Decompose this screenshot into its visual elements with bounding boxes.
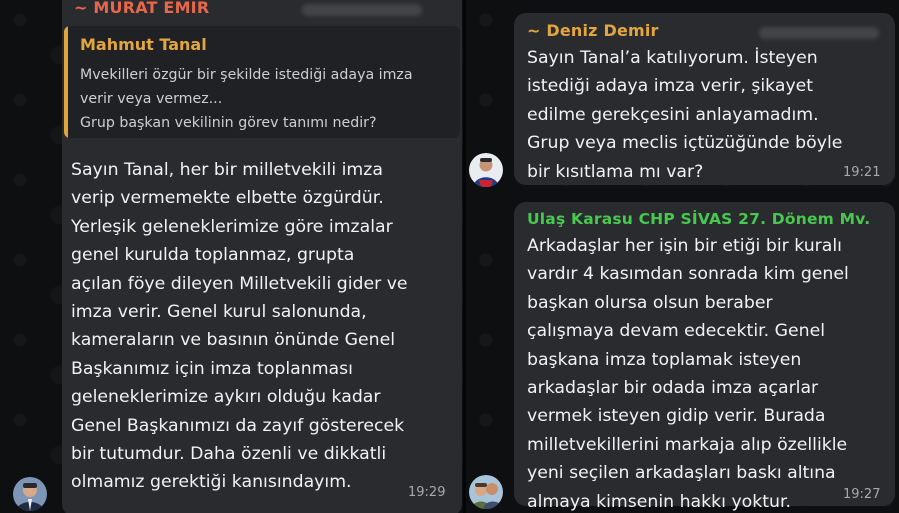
message-line: Sayın Tanal’a katılıyorum. İsteyen [527,48,818,68]
avatar-image [13,477,47,511]
message-line: bir tutumdur. Daha özenli ve dikkatli [71,444,387,465]
quoted-message[interactable]: Mahmut Tanal Mvekilleri özgür bir şekild… [64,26,460,138]
quote-line: verir veya vermez... [80,91,223,107]
avatar-deniz-demir[interactable] [469,153,503,187]
message-line: Yerleşik geleneklerimize göre imzalar [71,216,393,237]
message-text: Sayın Tanal’a katılıyorum. İsteyen isted… [527,44,887,186]
message-line: Başkanımız için imza toplanması [71,358,353,379]
sender-name[interactable]: ~ Deniz Demir [527,21,659,40]
quote-line: Grup başkan vekilinin görev tanımı nedir… [80,115,377,131]
message-bubble-deniz-demir[interactable]: ~ Deniz Demir Sayın Tanal’a katılıyorum.… [514,13,895,185]
message-line: olmamız gerektiği kanısındayım. [71,472,352,493]
message-line: bir kısıtlama mı var? [527,161,704,182]
message-line: Sayın Tanal, her bir milletvekili imza [71,160,383,180]
message-time: 19:27 [843,487,881,502]
message-line: geleneklerimize aykırı olduğu kadar [71,387,381,408]
avatar-image [469,475,503,509]
quote-text: Mvekilleri özgür bir şekilde istediği ad… [80,63,452,135]
message-line: çalışmaya devam edecektir. Genel [527,321,826,342]
avatar-image [469,153,503,187]
quote-accent-bar [64,26,68,138]
message-line: edilme gerekçesini anlayamadım. [527,104,819,125]
avatar-ulas-karasu[interactable] [469,475,503,509]
message-line: istediği adaya imza verir, şikayet [527,76,814,97]
message-time: 19:29 [408,485,446,500]
chat-pane-right: ~ Deniz Demir Sayın Tanal’a katılıyorum.… [466,0,899,513]
quote-author: Mahmut Tanal [80,35,207,54]
message-line: kameraların ve basının önünde Genel [71,330,396,351]
message-line: milletvekillerini markaja alıp özellikle [527,434,848,455]
message-line: Grup veya meclis içtüzüğünde böyle [527,133,843,154]
message-text: Sayın Tanal, her bir milletvekili imza v… [71,156,457,497]
sender-phone-blurred [759,27,879,39]
message-line: yeni seçilen arkadaşları baskı altına [527,463,836,484]
message-line: vardır 4 kasımdan sonrada kim genel [527,264,849,285]
avatar-murat-emir[interactable] [13,477,47,511]
message-line: imza verir. Genel kurul salonunda, [71,302,367,323]
message-line: başkana imza toplamak isteyen [527,349,802,370]
message-bubble-ulas-karasu[interactable]: Ulaş Karasu CHP SİVAS 27. Dönem Mv. Arka… [514,202,895,512]
message-bubble-murat-emir[interactable]: ~ MURAT EMIR Mahmut Tanal Mvekilleri özg… [62,0,462,513]
message-text: Arkadaşlar her işin bir etiği bir kuralı… [527,232,889,513]
sender-name[interactable]: Ulaş Karasu CHP SİVAS 27. Dönem Mv. [527,210,870,228]
message-line: almaya kimsenin hakkı yoktur. [527,491,792,512]
message-line: Genel Başkanımızı da zayıf gösterecek [71,415,405,436]
quote-line: Mvekilleri özgür bir şekilde istediği ad… [80,67,413,83]
message-line: arkadaşlar bir odada imza açarlar [527,378,819,399]
sender-name[interactable]: ~ MURAT EMIR [74,0,209,17]
message-line: açılan föye dileyen Milletvekili gider v… [71,273,408,294]
sender-phone-blurred [302,4,422,16]
message-line: verip vermemekte elbette özgürdür. [71,188,384,209]
chat-pane-left: ~ MURAT EMIR Mahmut Tanal Mvekilleri özg… [0,0,463,513]
message-line: Arkadaşlar her işin bir etiği bir kuralı [527,236,842,256]
message-time: 19:21 [843,165,881,180]
message-line: vermek isteyen gidip verir. Burada [527,406,826,427]
message-line: başkan olursa olsun beraber [527,292,773,313]
message-line: genel kurulda toplanmaz, grupta [71,245,355,266]
